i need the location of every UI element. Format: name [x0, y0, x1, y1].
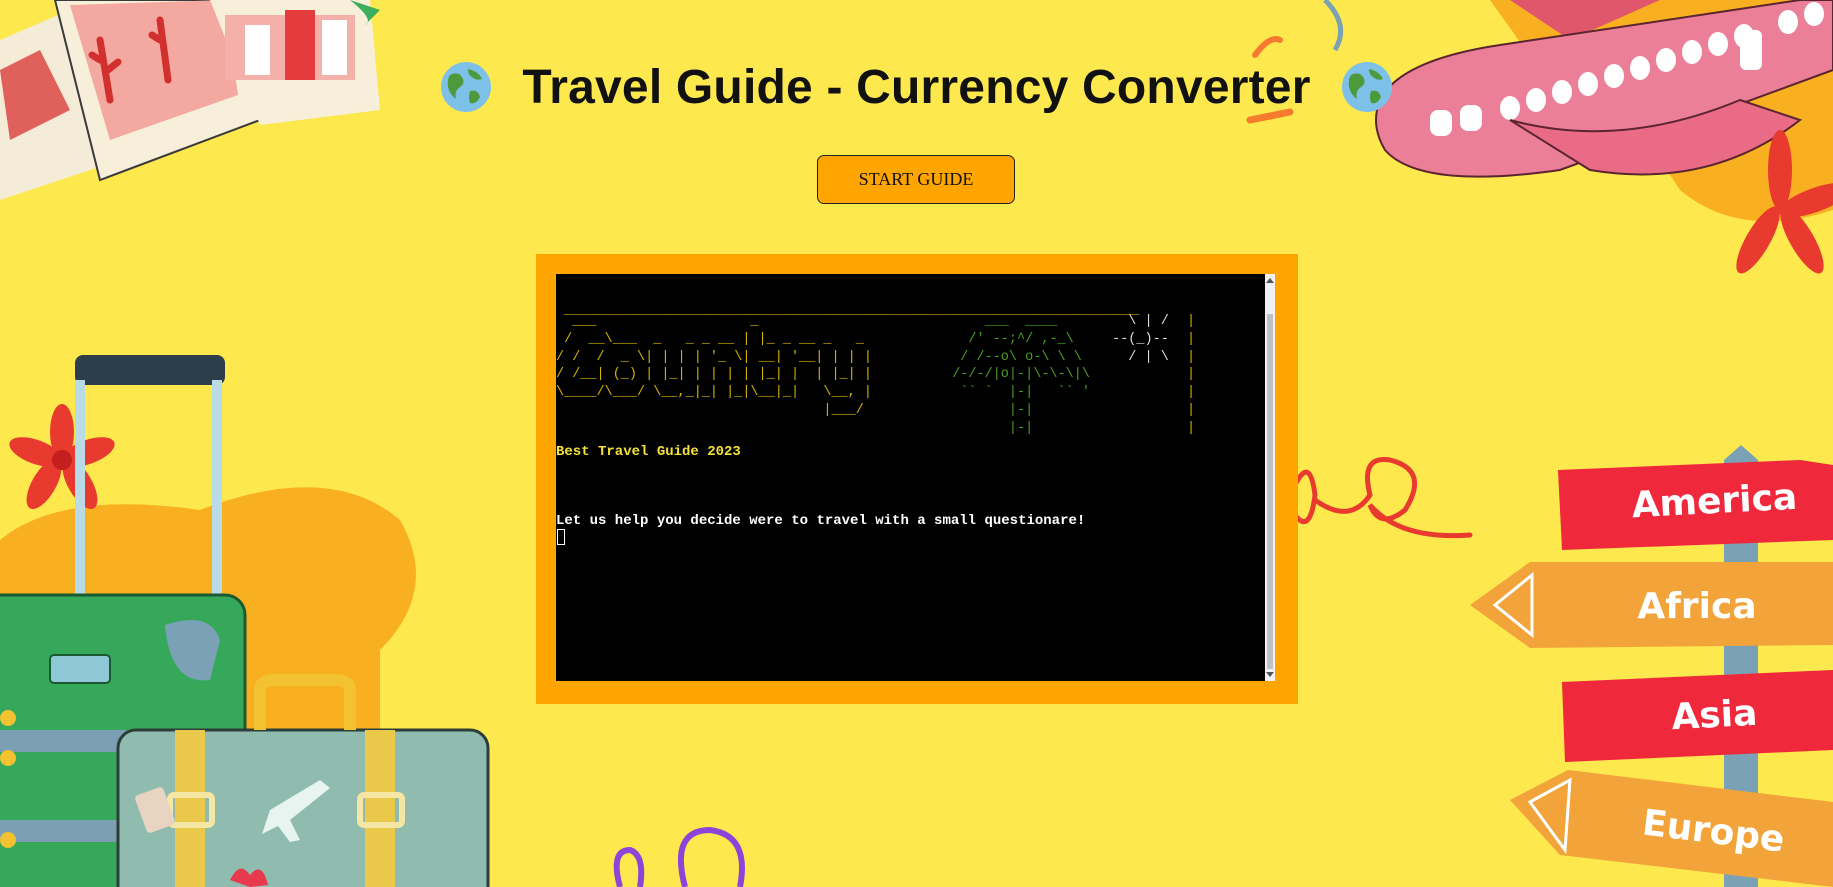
header: Travel Guide - Currency Converter — [0, 52, 1833, 122]
terminal-frame: ________________________________________… — [536, 254, 1298, 704]
sign-america: America — [1631, 477, 1798, 527]
sign-asia: Asia — [1670, 693, 1758, 738]
ascii-palm-tree: ___ ____ /' --;^/ ,-_\ / /--o\ o-\ \ \ /… — [952, 314, 1090, 436]
scroll-up-arrow-icon[interactable] — [1266, 278, 1274, 283]
start-guide-button[interactable]: START GUIDE — [817, 155, 1015, 204]
luggage-illustration — [0, 355, 490, 887]
ascii-border: | | | | | | | — [1187, 314, 1196, 436]
airplane-illustration — [1246, 0, 1833, 274]
globe-icon — [1341, 62, 1392, 112]
terminal-cursor — [557, 529, 565, 545]
terminal[interactable]: ________________________________________… — [556, 274, 1275, 681]
terminal-tagline: Best Travel Guide 2023 — [556, 444, 741, 460]
ascii-country-logo: ___ _ / __\___ _ _ _ __ | |_ _ __ _ _ / … — [556, 314, 872, 418]
red-loop-doodle — [1292, 456, 1473, 539]
purple-doodle-illustration — [613, 826, 745, 887]
signpost-illustration: America Africa Asia Europe — [1470, 445, 1833, 887]
terminal-scrollbar[interactable] — [1265, 274, 1275, 681]
scroll-thumb[interactable] — [1267, 314, 1273, 669]
page-title: Travel Guide - Currency Converter — [522, 60, 1311, 114]
ascii-sun: \ | / --(_)-- / | \ — [1112, 314, 1169, 365]
scroll-down-arrow-icon[interactable] — [1266, 672, 1274, 677]
globe-icon — [441, 62, 492, 112]
sign-africa: Africa — [1637, 586, 1756, 627]
terminal-intro-text: Let us help you decide were to travel wi… — [556, 513, 1086, 529]
